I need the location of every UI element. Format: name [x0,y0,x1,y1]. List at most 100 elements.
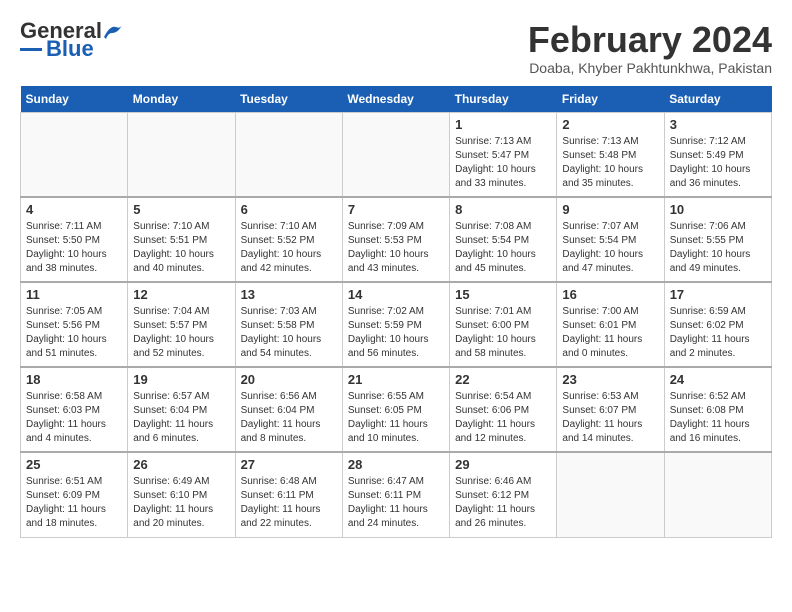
calendar-cell: 13 Sunrise: 7:03 AM Sunset: 5:58 PM Dayli… [235,282,342,367]
day-info: Sunrise: 6:53 AM Sunset: 6:07 PM Dayligh… [562,390,658,446]
day-info: Sunrise: 7:08 AM Sunset: 5:54 PM Dayligh… [455,220,551,276]
day-info: Sunrise: 7:05 AM Sunset: 5:56 PM Dayligh… [26,305,122,361]
day-info: Sunrise: 6:46 AM Sunset: 6:12 PM Dayligh… [455,475,551,531]
calendar-cell [21,112,128,197]
calendar-cell: 18 Sunrise: 6:58 AM Sunset: 6:03 PM Dayli… [21,367,128,452]
calendar-week-row: 18 Sunrise: 6:58 AM Sunset: 6:03 PM Dayli… [21,367,772,452]
calendar-cell [128,112,235,197]
day-number: 14 [348,287,444,302]
day-number: 8 [455,202,551,217]
day-info: Sunrise: 6:54 AM Sunset: 6:06 PM Dayligh… [455,390,551,446]
calendar-week-row: 1Sunrise: 7:13 AM Sunset: 5:47 PM Daylig… [21,112,772,197]
day-info: Sunrise: 6:55 AM Sunset: 6:05 PM Dayligh… [348,390,444,446]
day-number: 12 [133,287,229,302]
calendar-cell: 17 Sunrise: 6:59 AM Sunset: 6:02 PM Dayli… [664,282,771,367]
title-area: February 2024 Doaba, Khyber Pakhtunkhwa,… [528,20,772,76]
calendar-cell: 19Sunrise: 6:57 AM Sunset: 6:04 PM Dayli… [128,367,235,452]
weekday-header-saturday: Saturday [664,86,771,113]
logo-bird-icon [102,23,124,41]
day-info: Sunrise: 7:03 AM Sunset: 5:58 PM Dayligh… [241,305,337,361]
day-number: 23 [562,372,658,387]
day-info: Sunrise: 7:12 AM Sunset: 5:49 PM Dayligh… [670,135,766,191]
page-header: General Blue February 2024 Doaba, Khyber… [20,20,772,76]
day-info: Sunrise: 7:06 AM Sunset: 5:55 PM Dayligh… [670,220,766,276]
calendar-cell: 23 Sunrise: 6:53 AM Sunset: 6:07 PM Dayli… [557,367,664,452]
calendar-cell: 11 Sunrise: 7:05 AM Sunset: 5:56 PM Dayli… [21,282,128,367]
day-number: 6 [241,202,337,217]
calendar-cell [557,452,664,537]
day-number: 16 [562,287,658,302]
day-info: Sunrise: 7:10 AM Sunset: 5:52 PM Dayligh… [241,220,337,276]
day-number: 17 [670,287,766,302]
day-number: 18 [26,372,122,387]
day-number: 2 [562,117,658,132]
calendar-week-row: 11 Sunrise: 7:05 AM Sunset: 5:56 PM Dayli… [21,282,772,367]
calendar-cell: 9 Sunrise: 7:07 AM Sunset: 5:54 PM Daylig… [557,197,664,282]
calendar-cell: 1Sunrise: 7:13 AM Sunset: 5:47 PM Daylig… [450,112,557,197]
day-number: 11 [26,287,122,302]
day-number: 24 [670,372,766,387]
calendar-cell [664,452,771,537]
weekday-header-friday: Friday [557,86,664,113]
day-info: Sunrise: 6:52 AM Sunset: 6:08 PM Dayligh… [670,390,766,446]
day-number: 9 [562,202,658,217]
day-number: 13 [241,287,337,302]
calendar-cell: 20 Sunrise: 6:56 AM Sunset: 6:04 PM Dayli… [235,367,342,452]
weekday-header-sunday: Sunday [21,86,128,113]
day-info: Sunrise: 7:04 AM Sunset: 5:57 PM Dayligh… [133,305,229,361]
day-info: Sunrise: 7:11 AM Sunset: 5:50 PM Dayligh… [26,220,122,276]
day-number: 22 [455,372,551,387]
day-number: 3 [670,117,766,132]
day-info: Sunrise: 7:09 AM Sunset: 5:53 PM Dayligh… [348,220,444,276]
calendar-cell: 16 Sunrise: 7:00 AM Sunset: 6:01 PM Dayli… [557,282,664,367]
day-info: Sunrise: 7:00 AM Sunset: 6:01 PM Dayligh… [562,305,658,361]
day-info: Sunrise: 6:47 AM Sunset: 6:11 PM Dayligh… [348,475,444,531]
day-number: 29 [455,457,551,472]
calendar-cell: 24 Sunrise: 6:52 AM Sunset: 6:08 PM Dayli… [664,367,771,452]
day-info: Sunrise: 7:01 AM Sunset: 6:00 PM Dayligh… [455,305,551,361]
calendar-table: SundayMondayTuesdayWednesdayThursdayFrid… [20,86,772,538]
day-number: 26 [133,457,229,472]
day-number: 21 [348,372,444,387]
calendar-cell: 5 Sunrise: 7:10 AM Sunset: 5:51 PM Daylig… [128,197,235,282]
day-number: 10 [670,202,766,217]
calendar-cell: 10 Sunrise: 7:06 AM Sunset: 5:55 PM Dayli… [664,197,771,282]
calendar-cell: 28Sunrise: 6:47 AM Sunset: 6:11 PM Dayli… [342,452,449,537]
weekday-header-monday: Monday [128,86,235,113]
calendar-cell: 14 Sunrise: 7:02 AM Sunset: 5:59 PM Dayli… [342,282,449,367]
calendar-cell: 25 Sunrise: 6:51 AM Sunset: 6:09 PM Dayli… [21,452,128,537]
day-number: 25 [26,457,122,472]
month-title: February 2024 [528,20,772,60]
day-info: Sunrise: 7:07 AM Sunset: 5:54 PM Dayligh… [562,220,658,276]
calendar-cell: 3 Sunrise: 7:12 AM Sunset: 5:49 PM Daylig… [664,112,771,197]
day-info: Sunrise: 6:57 AM Sunset: 6:04 PM Dayligh… [133,390,229,446]
day-info: Sunrise: 6:56 AM Sunset: 6:04 PM Dayligh… [241,390,337,446]
day-number: 15 [455,287,551,302]
day-info: Sunrise: 7:02 AM Sunset: 5:59 PM Dayligh… [348,305,444,361]
calendar-cell [342,112,449,197]
calendar-week-row: 25 Sunrise: 6:51 AM Sunset: 6:09 PM Dayli… [21,452,772,537]
weekday-header-wednesday: Wednesday [342,86,449,113]
calendar-cell [235,112,342,197]
calendar-cell: 21 Sunrise: 6:55 AM Sunset: 6:05 PM Dayli… [342,367,449,452]
day-number: 27 [241,457,337,472]
day-info: Sunrise: 7:13 AM Sunset: 5:48 PM Dayligh… [562,135,658,191]
day-info: Sunrise: 6:59 AM Sunset: 6:02 PM Dayligh… [670,305,766,361]
weekday-header-tuesday: Tuesday [235,86,342,113]
day-info: Sunrise: 6:49 AM Sunset: 6:10 PM Dayligh… [133,475,229,531]
calendar-cell: 27 Sunrise: 6:48 AM Sunset: 6:11 PM Dayli… [235,452,342,537]
day-info: Sunrise: 7:10 AM Sunset: 5:51 PM Dayligh… [133,220,229,276]
day-info: Sunrise: 6:58 AM Sunset: 6:03 PM Dayligh… [26,390,122,446]
calendar-cell: 2 Sunrise: 7:13 AM Sunset: 5:48 PM Daylig… [557,112,664,197]
day-number: 1 [455,117,551,132]
weekday-header-thursday: Thursday [450,86,557,113]
day-number: 4 [26,202,122,217]
day-info: Sunrise: 6:51 AM Sunset: 6:09 PM Dayligh… [26,475,122,531]
calendar-cell: 26 Sunrise: 6:49 AM Sunset: 6:10 PM Dayli… [128,452,235,537]
day-number: 5 [133,202,229,217]
day-info: Sunrise: 6:48 AM Sunset: 6:11 PM Dayligh… [241,475,337,531]
calendar-cell: 6 Sunrise: 7:10 AM Sunset: 5:52 PM Daylig… [235,197,342,282]
logo: General Blue [20,20,124,60]
calendar-cell: 12 Sunrise: 7:04 AM Sunset: 5:57 PM Dayli… [128,282,235,367]
day-number: 20 [241,372,337,387]
